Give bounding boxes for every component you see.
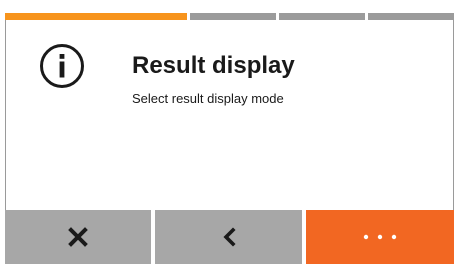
back-button[interactable] [155, 210, 302, 264]
bottom-action-bar [5, 210, 454, 264]
progress-segment-3 [279, 13, 365, 20]
progress-segment-2 [189, 13, 277, 20]
cancel-button[interactable] [5, 210, 151, 264]
more-dots-icon [363, 234, 397, 240]
screen: Result display Select result display mod… [0, 0, 454, 264]
more-options-button[interactable] [306, 210, 454, 264]
step-progress-bar [5, 13, 454, 20]
close-icon [68, 227, 88, 247]
page-title: Result display [132, 52, 295, 79]
chevron-left-icon [222, 227, 236, 247]
progress-segment-1 [5, 13, 187, 20]
frame-border-left [5, 20, 6, 210]
progress-segment-4 [367, 13, 454, 20]
info-icon [40, 44, 84, 88]
page-subtitle: Select result display mode [132, 91, 284, 106]
